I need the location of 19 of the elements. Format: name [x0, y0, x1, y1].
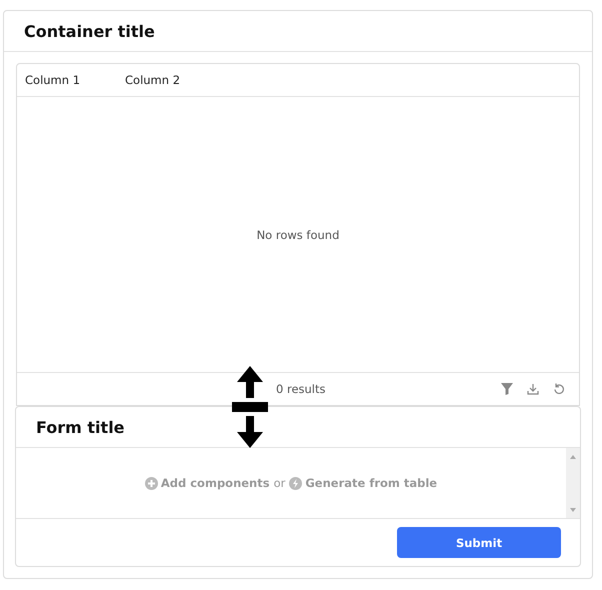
lightning-icon [289, 476, 302, 490]
plus-icon [144, 476, 158, 490]
generate-link[interactable]: Generate from table [289, 476, 438, 490]
refresh-icon[interactable] [553, 383, 565, 395]
filter-icon[interactable] [501, 383, 513, 395]
resize-cursor-icon [232, 366, 268, 448]
add-components-link[interactable]: Add components [144, 476, 270, 490]
scroll-up-icon[interactable] [570, 455, 576, 459]
form-title: Form title [36, 418, 125, 436]
column-header: Column 1 [25, 73, 82, 87]
separator-text: or [274, 476, 286, 490]
scroll-down-icon[interactable] [570, 508, 576, 512]
scrollbar[interactable] [566, 448, 580, 518]
container-title: Container title [24, 22, 155, 40]
submit-button[interactable]: Submit [397, 527, 561, 558]
download-icon[interactable] [527, 383, 539, 395]
column-header: Column 2 [125, 73, 182, 87]
empty-message: No rows found [256, 228, 340, 242]
result-count: 0 results [276, 382, 326, 396]
